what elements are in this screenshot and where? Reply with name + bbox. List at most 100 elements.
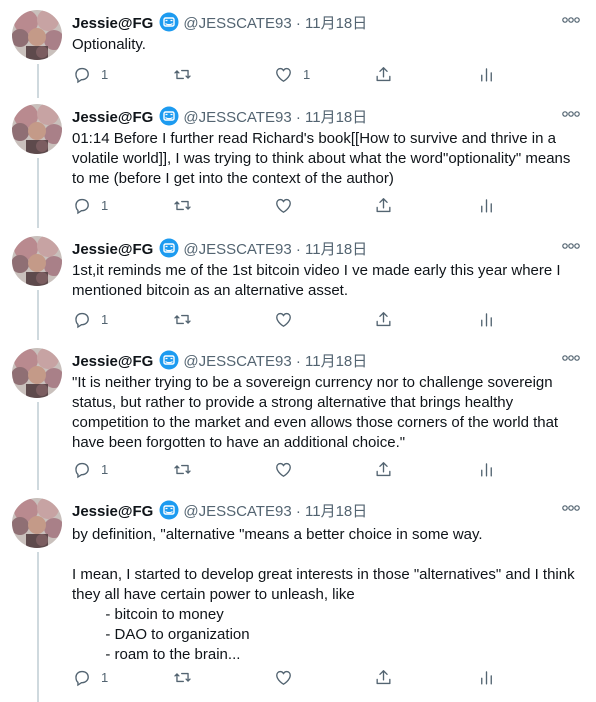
heart-icon xyxy=(276,67,291,82)
more-icon[interactable] xyxy=(562,500,580,511)
retweet-icon xyxy=(174,69,191,79)
retweet-button[interactable] xyxy=(173,63,202,85)
thread-connector xyxy=(37,402,39,490)
like-button[interactable] xyxy=(274,666,303,688)
display-name[interactable]: Jessie@FG xyxy=(72,503,153,520)
share-button[interactable] xyxy=(374,308,393,330)
analytics-icon xyxy=(481,670,492,685)
share-button[interactable] xyxy=(374,666,393,688)
analytics-button[interactable] xyxy=(477,63,496,85)
user-handle[interactable]: @JESSCATE93 xyxy=(183,15,291,32)
tweet-text: 1st,it reminds me of the 1st bitcoin vid… xyxy=(72,262,565,299)
reply-icon xyxy=(75,462,89,478)
tweet-text: 01:14 Before I further read Richard's bo… xyxy=(72,130,575,187)
display-name[interactable]: Jessie@FG xyxy=(72,241,153,258)
tweet-actions: 1 xyxy=(72,194,502,216)
tweet-header: Jessie@FG @JESSCATE93 · 11月18日 xyxy=(72,500,596,520)
more-icon[interactable] xyxy=(562,350,580,361)
display-name[interactable]: Jessie@FG xyxy=(72,15,153,32)
analytics-button[interactable] xyxy=(477,666,496,688)
retweet-icon xyxy=(174,464,191,474)
heart-icon xyxy=(276,312,291,327)
tweet-text: Optionality. xyxy=(72,36,146,53)
tweet-header: Jessie@FG @JESSCATE93 · 11月18日 xyxy=(72,238,596,258)
avatar[interactable] xyxy=(12,10,62,60)
like-button[interactable] xyxy=(274,308,303,330)
retweet-icon xyxy=(174,314,191,324)
heart-icon xyxy=(276,670,291,685)
reply-button[interactable]: 1 xyxy=(72,63,108,85)
display-name[interactable]: Jessie@FG xyxy=(72,109,153,126)
tweet-actions: 1 1 xyxy=(72,63,502,85)
avatar[interactable] xyxy=(12,348,62,398)
analytics-button[interactable] xyxy=(477,194,496,216)
reply-count: 1 xyxy=(101,197,109,213)
emoji-badge-icon xyxy=(159,12,179,32)
reply-icon xyxy=(75,198,89,214)
tweet[interactable]: Jessie@FG @JESSCATE93 · 11月18日 by definit… xyxy=(0,498,596,702)
thread-connector xyxy=(37,64,39,98)
tweet-date[interactable]: 11月18日 xyxy=(305,15,367,32)
tweet-header: Jessie@FG @JESSCATE93 · 11月18日 xyxy=(72,106,596,126)
share-icon xyxy=(376,461,391,476)
avatar[interactable] xyxy=(12,104,62,154)
user-handle[interactable]: @JESSCATE93 xyxy=(183,241,291,258)
retweet-button[interactable] xyxy=(173,308,202,330)
tweet-text: by definition, "alternative "means a bet… xyxy=(72,526,575,663)
share-button[interactable] xyxy=(374,458,393,480)
reply-count: 1 xyxy=(101,669,109,685)
reply-count: 1 xyxy=(101,311,109,327)
more-icon[interactable] xyxy=(562,12,580,23)
tweet[interactable]: Jessie@FG @JESSCATE93 · 11月18日 "It is nei… xyxy=(0,348,596,492)
separator: · xyxy=(295,241,301,258)
tweet-date[interactable]: 11月18日 xyxy=(305,109,367,126)
retweet-button[interactable] xyxy=(173,666,202,688)
thread-connector xyxy=(37,290,39,340)
user-handle[interactable]: @JESSCATE93 xyxy=(183,503,291,520)
share-button[interactable] xyxy=(374,63,393,85)
reply-button[interactable]: 1 xyxy=(72,194,108,216)
tweet-header: Jessie@FG @JESSCATE93 · 11月18日 xyxy=(72,12,596,32)
share-button[interactable] xyxy=(374,194,393,216)
like-button[interactable] xyxy=(274,458,303,480)
user-handle[interactable]: @JESSCATE93 xyxy=(183,353,291,370)
display-name[interactable]: Jessie@FG xyxy=(72,353,153,370)
share-icon xyxy=(376,197,391,212)
more-icon[interactable] xyxy=(562,106,580,117)
tweet-actions: 1 xyxy=(72,308,502,330)
retweet-button[interactable] xyxy=(173,194,202,216)
tweet-date[interactable]: 11月18日 xyxy=(305,503,367,520)
emoji-badge-icon xyxy=(159,106,179,126)
share-icon xyxy=(376,66,391,81)
reply-button[interactable]: 1 xyxy=(72,458,108,480)
share-icon xyxy=(376,669,391,684)
retweet-icon xyxy=(174,200,191,210)
analytics-icon xyxy=(481,67,492,82)
tweet-header: Jessie@FG @JESSCATE93 · 11月18日 xyxy=(72,350,596,370)
like-button[interactable]: 1 xyxy=(274,63,310,85)
reply-icon xyxy=(75,67,89,83)
reply-count: 1 xyxy=(101,66,109,82)
separator: · xyxy=(295,15,301,32)
tweet-date[interactable]: 11月18日 xyxy=(305,353,367,370)
retweet-button[interactable] xyxy=(173,458,202,480)
user-handle[interactable]: @JESSCATE93 xyxy=(183,109,291,126)
analytics-button[interactable] xyxy=(477,308,496,330)
reply-button[interactable]: 1 xyxy=(72,308,108,330)
reply-button[interactable]: 1 xyxy=(72,666,108,688)
more-icon[interactable] xyxy=(562,238,580,249)
tweet[interactable]: Jessie@FG @JESSCATE93 · 11月18日 1st,it rem… xyxy=(0,236,596,342)
reply-icon xyxy=(75,312,89,328)
tweet[interactable]: Jessie@FG @JESSCATE93 · 11月18日 01:14 Befo… xyxy=(0,104,596,230)
reply-icon xyxy=(75,670,89,686)
emoji-badge-icon xyxy=(159,350,179,370)
tweet-date[interactable]: 11月18日 xyxy=(305,241,367,258)
avatar[interactable] xyxy=(12,498,62,548)
avatar[interactable] xyxy=(12,236,62,286)
share-icon xyxy=(376,311,391,326)
analytics-icon xyxy=(481,462,492,477)
tweet-actions: 1 xyxy=(72,666,502,688)
like-button[interactable] xyxy=(274,194,303,216)
analytics-button[interactable] xyxy=(477,458,496,480)
tweet[interactable]: Jessie@FG @JESSCATE93 · 11月18日 Optionalit… xyxy=(0,10,596,100)
